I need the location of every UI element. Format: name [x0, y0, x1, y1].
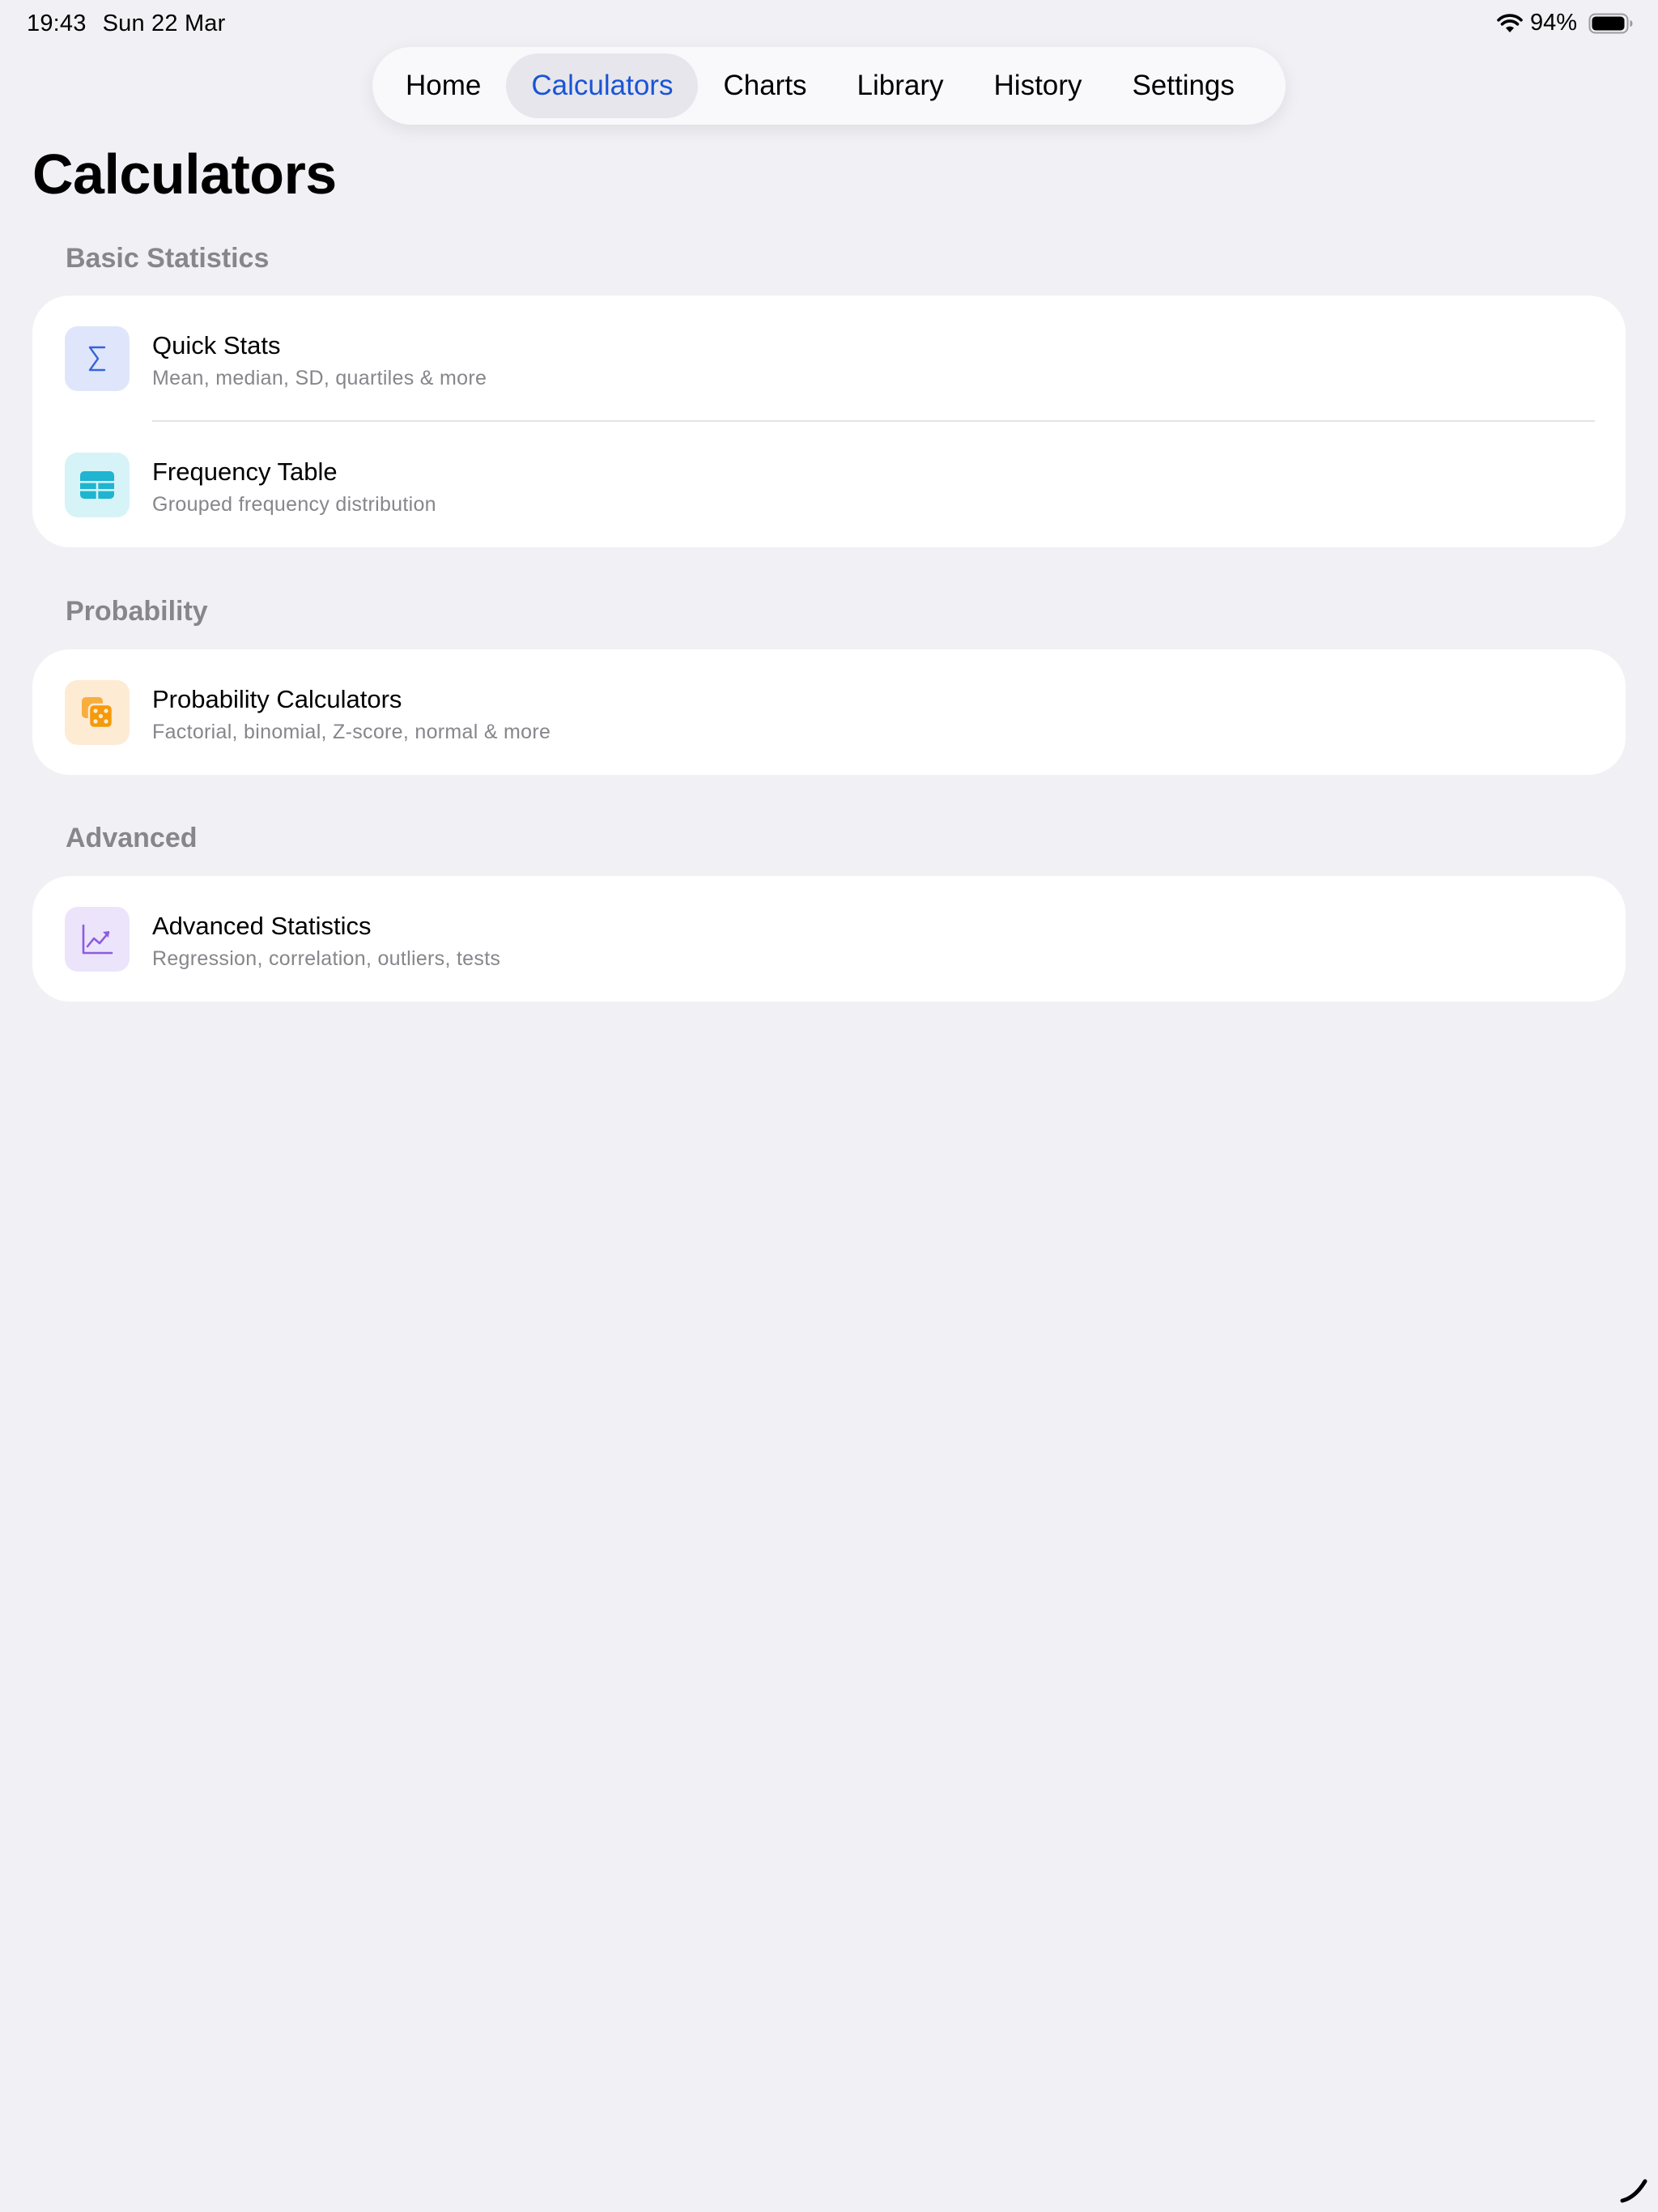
status-left: 19:43 Sun 22 Mar: [27, 11, 226, 37]
row-subtitle: Grouped frequency distribution: [152, 493, 436, 516]
tab-calculators[interactable]: Calculators: [506, 53, 699, 118]
list-item-quick-stats[interactable]: Quick Stats Mean, median, SD, quartiles …: [32, 296, 1626, 422]
section-header-probability: Probability: [66, 596, 208, 627]
card-basic-statistics: Quick Stats Mean, median, SD, quartiles …: [32, 296, 1626, 547]
tab-home[interactable]: Home: [380, 53, 506, 118]
row-subtitle: Factorial, binomial, Z-score, normal & m…: [152, 721, 551, 743]
tab-history[interactable]: History: [969, 53, 1107, 118]
card-probability: Probability Calculators Factorial, binom…: [32, 649, 1626, 775]
list-item-advanced-statistics[interactable]: Advanced Statistics Regression, correlat…: [32, 876, 1626, 1002]
status-right: 94%: [1496, 10, 1634, 36]
chart-trend-icon: [65, 907, 130, 972]
dice-icon: [65, 680, 130, 745]
row-subtitle: Regression, correlation, outliers, tests: [152, 947, 501, 970]
status-date: Sun 22 Mar: [102, 11, 226, 36]
battery-percent: 94%: [1529, 10, 1577, 36]
row-title: Frequency Table: [152, 457, 338, 486]
list-item-frequency-table[interactable]: Frequency Table Grouped frequency distri…: [32, 422, 1626, 547]
table-icon: [65, 453, 130, 517]
list-item-probability-calculators[interactable]: Probability Calculators Factorial, binom…: [32, 649, 1626, 775]
tab-bar: Home Calculators Charts Library History …: [372, 47, 1286, 125]
wifi-icon: [1496, 13, 1524, 34]
row-title: Probability Calculators: [152, 685, 402, 713]
tab-settings[interactable]: Settings: [1107, 53, 1259, 118]
page-title: Calculators: [32, 143, 337, 206]
section-header-basic-statistics: Basic Statistics: [66, 243, 270, 274]
card-advanced: Advanced Statistics Regression, correlat…: [32, 876, 1626, 1002]
status-time: 19:43: [27, 11, 87, 36]
row-title: Quick Stats: [152, 331, 281, 359]
battery-icon: [1588, 12, 1634, 35]
scribble-corner-icon[interactable]: [1618, 2173, 1650, 2206]
section-header-advanced: Advanced: [66, 823, 198, 853]
status-bar: 19:43 Sun 22 Mar 94%: [0, 0, 1658, 50]
tab-library[interactable]: Library: [832, 53, 969, 118]
row-title: Advanced Statistics: [152, 912, 372, 940]
sigma-icon: [65, 326, 130, 391]
row-subtitle: Mean, median, SD, quartiles & more: [152, 367, 487, 389]
tab-charts[interactable]: Charts: [698, 53, 831, 118]
